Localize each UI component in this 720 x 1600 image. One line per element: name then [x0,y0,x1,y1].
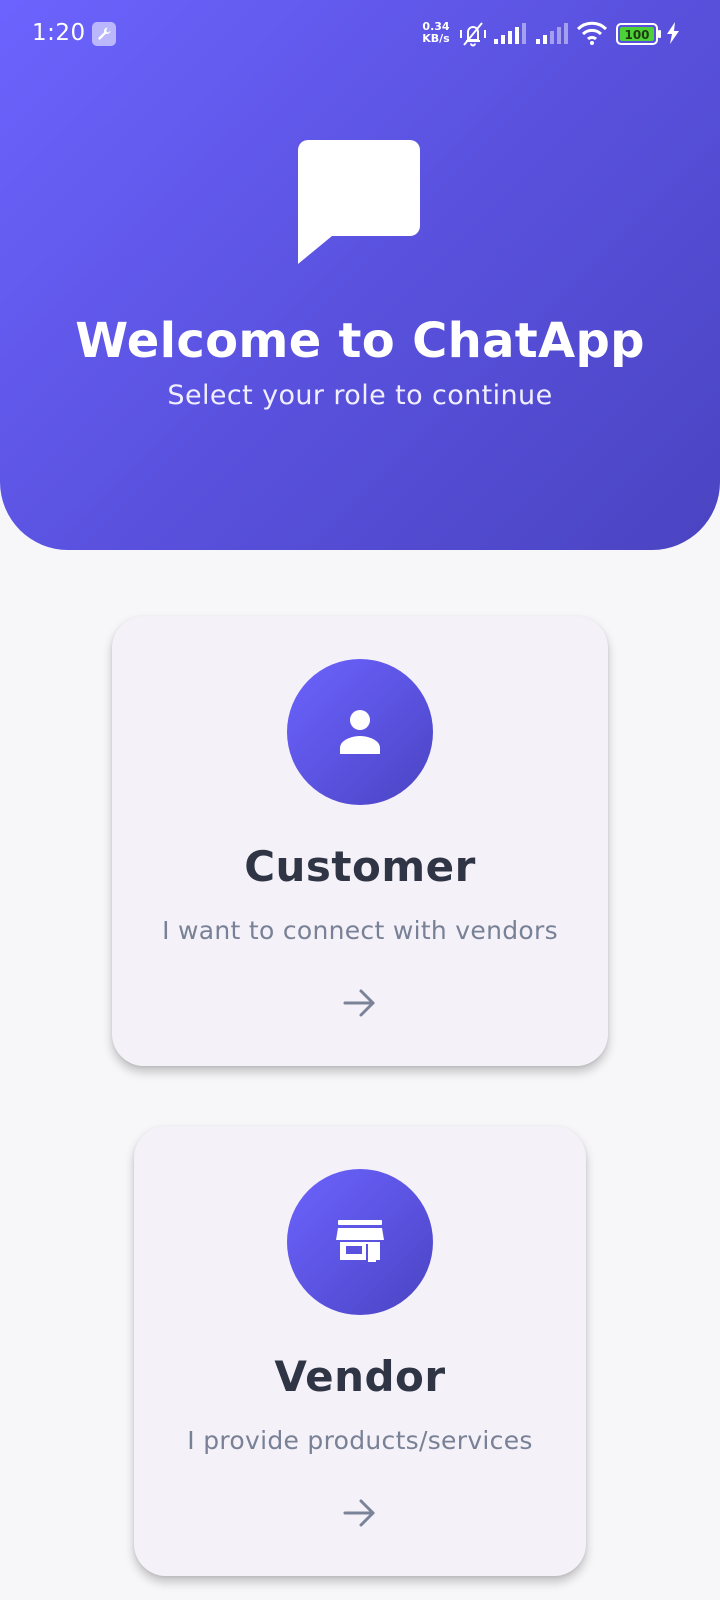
page-title: Welcome to ChatApp [75,313,645,369]
network-speed-unit: KB/s [422,32,450,45]
store-icon [336,1220,384,1262]
network-speed: 0.34 KB/s [419,21,453,45]
status-time: 1:20 [32,20,86,46]
charging-icon [667,22,679,44]
page-subtitle: Select your role to continue [167,380,553,411]
wrench-icon [92,22,116,46]
customer-avatar [287,659,433,805]
signal-strength-icon [494,23,526,44]
vendor-role-description: I provide products/services [187,1426,533,1455]
vendor-role-title: Vendor [274,1352,446,1401]
arrow-right-icon [343,989,375,1017]
header-banner: 1:20 0.34 KB/s 100 Welcome to ChatApp Se… [0,0,720,550]
battery-level: 100 [624,28,649,42]
customer-role-title: Customer [244,842,476,891]
person-icon [340,710,380,754]
wifi-icon [576,21,608,45]
customer-role-description: I want to connect with vendors [162,916,558,945]
vendor-role-card[interactable]: Vendor I provide products/services [134,1126,586,1576]
status-bar: 1:20 0.34 KB/s 100 [0,0,720,70]
battery-icon: 100 [616,23,661,45]
chat-bubble-icon [298,140,420,264]
muted-vibrate-icon [460,22,486,47]
role-selection-screen: 1:20 0.34 KB/s 100 Welcome to ChatApp Se… [0,0,720,1600]
arrow-right-icon [343,1499,375,1527]
customer-role-card[interactable]: Customer I want to connect with vendors [112,616,608,1066]
signal-strength-2-icon [536,23,568,44]
vendor-avatar [287,1169,433,1315]
